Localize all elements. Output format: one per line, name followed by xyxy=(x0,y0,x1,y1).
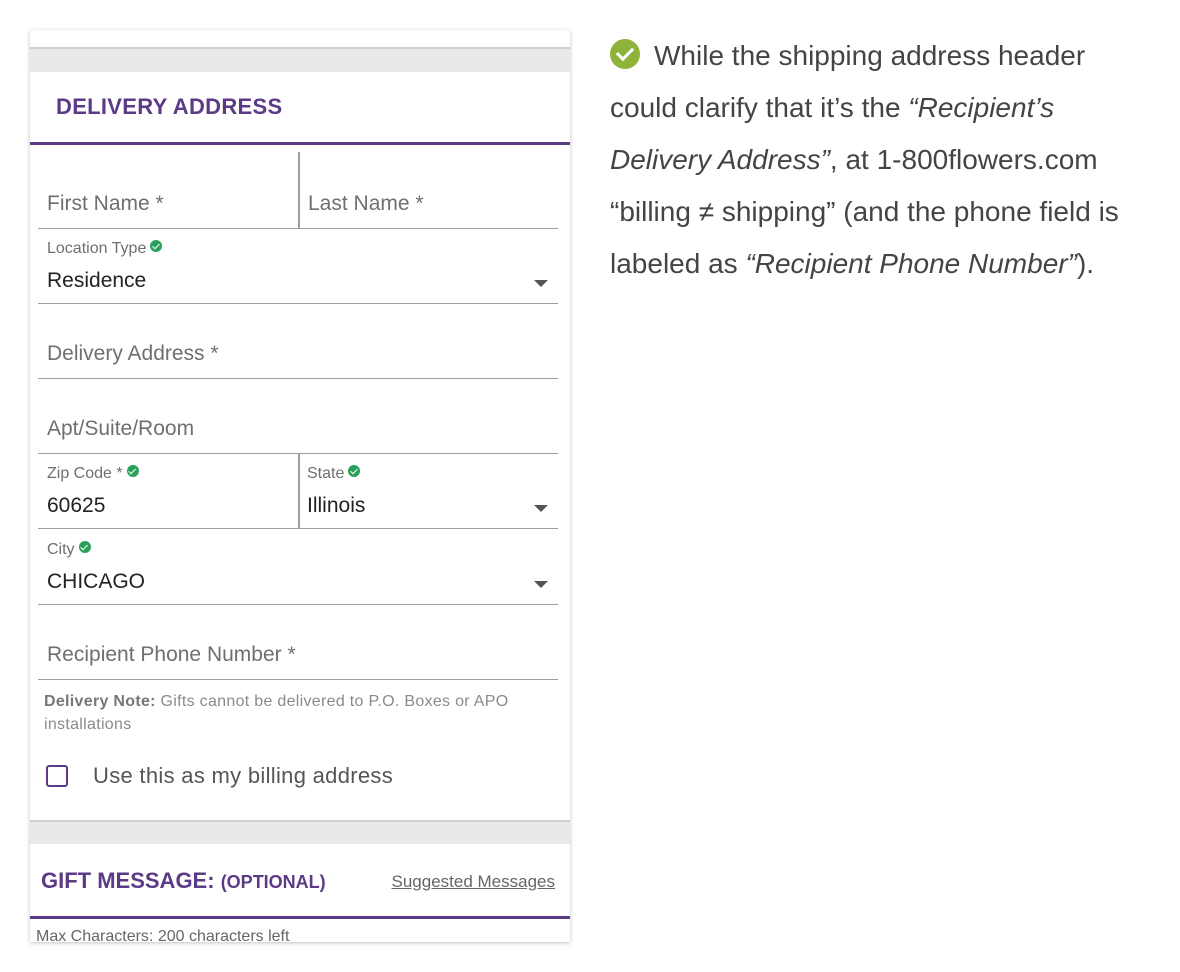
delivery-address-heading: DELIVERY ADDRESS xyxy=(56,94,283,119)
suggested-messages-link[interactable]: Suggested Messages xyxy=(392,872,556,892)
section-divider-band xyxy=(30,820,570,844)
city-select[interactable]: City CHICAGO xyxy=(38,529,558,605)
name-divider xyxy=(298,152,300,228)
gift-message-heading: GIFT MESSAGE: (OPTIONAL) xyxy=(41,868,326,893)
zip-code-value: 60625 xyxy=(47,494,106,517)
dropdown-arrow-icon xyxy=(534,505,548,512)
location-type-select[interactable]: Location Type Residence xyxy=(38,228,558,304)
check-circle-icon xyxy=(348,465,361,477)
state-value: Illinois xyxy=(307,494,366,517)
dropdown-arrow-icon xyxy=(534,581,548,588)
apt-suite-placeholder: Apt/Suite/Room xyxy=(47,417,195,440)
zip-code-label: Zip Code * xyxy=(47,465,139,483)
heading-underline xyxy=(30,142,570,145)
state-label: State xyxy=(307,465,361,483)
city-value: CHICAGO xyxy=(47,570,146,593)
last-name-field[interactable]: Last Name * xyxy=(308,192,424,216)
dropdown-arrow-icon xyxy=(534,280,548,287)
apt-suite-field[interactable]: Apt/Suite/Room xyxy=(38,378,558,454)
delivery-form-card: DELIVERY ADDRESS First Name * Last Name … xyxy=(30,30,570,942)
recipient-phone-field[interactable]: Recipient Phone Number * xyxy=(38,604,558,680)
check-circle-icon xyxy=(78,541,91,553)
check-circle-icon xyxy=(150,240,163,252)
commentary-text: While the shipping address header could … xyxy=(610,39,1119,279)
checkmark-icon xyxy=(610,39,640,69)
billing-address-label[interactable]: Use this as my billing address xyxy=(93,763,393,789)
city-label: City xyxy=(47,541,91,559)
delivery-address-placeholder: Delivery Address * xyxy=(47,342,219,365)
recipient-phone-placeholder: Recipient Phone Number * xyxy=(47,643,296,666)
billing-address-checkbox[interactable] xyxy=(46,765,68,787)
zip-code-field[interactable]: Zip Code * 60625 xyxy=(38,453,298,529)
max-characters-counter: Max Characters: 200 characters left xyxy=(36,928,290,942)
top-divider-band xyxy=(30,47,570,72)
gift-heading-underline xyxy=(30,916,570,919)
check-circle-icon xyxy=(126,465,139,477)
location-type-label: Location Type xyxy=(47,240,163,258)
location-type-value: Residence xyxy=(47,269,147,292)
state-select[interactable]: State Illinois xyxy=(298,453,558,529)
delivery-note: Delivery Note: Gifts cannot be delivered… xyxy=(44,693,509,733)
delivery-address-field[interactable]: Delivery Address * xyxy=(38,303,558,379)
first-name-field[interactable]: First Name * xyxy=(47,192,164,216)
